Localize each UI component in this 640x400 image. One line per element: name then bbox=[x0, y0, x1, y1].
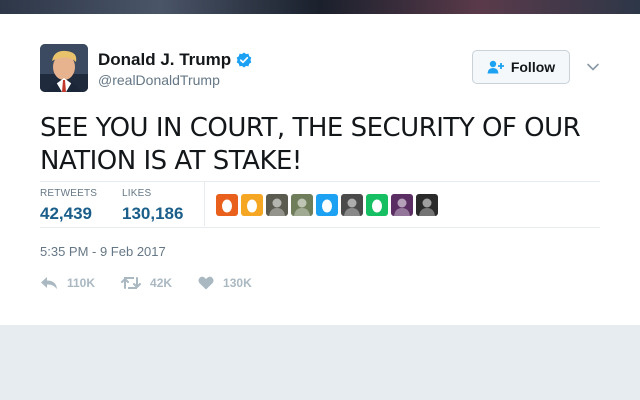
egg-avatar-icon bbox=[372, 199, 382, 213]
reply-button[interactable]: 110K bbox=[40, 276, 95, 290]
follow-user-icon bbox=[487, 60, 504, 74]
author-name[interactable]: Donald J. Trump bbox=[98, 50, 231, 70]
like-count: 130K bbox=[223, 276, 252, 290]
avatar[interactable] bbox=[40, 44, 88, 92]
stats-separator bbox=[204, 182, 205, 226]
likes-label: LIKES bbox=[122, 188, 152, 199]
liker-avatar[interactable] bbox=[316, 194, 338, 216]
liker-avatar[interactable] bbox=[391, 194, 413, 216]
author-name-row[interactable]: Donald J. Trump bbox=[98, 50, 252, 70]
likes-value: 130,186 bbox=[122, 204, 184, 223]
retweets-stat[interactable]: RETWEETS 42,439 bbox=[40, 188, 97, 224]
background-photo-strip bbox=[0, 0, 640, 14]
verified-badge-icon bbox=[236, 52, 252, 68]
tweet-timestamp[interactable]: 5:35 PM - 9 Feb 2017 bbox=[40, 244, 166, 259]
liker-avatar[interactable] bbox=[366, 194, 388, 216]
egg-avatar-icon bbox=[322, 199, 332, 213]
liker-avatars bbox=[216, 194, 438, 216]
stats-top-divider bbox=[40, 181, 600, 182]
egg-avatar-icon bbox=[222, 199, 232, 213]
like-button[interactable]: 130K bbox=[198, 276, 252, 290]
retweet-button[interactable]: 42K bbox=[121, 276, 172, 290]
chevron-down-icon[interactable] bbox=[584, 58, 602, 76]
retweets-label: RETWEETS bbox=[40, 188, 98, 199]
liker-avatar[interactable] bbox=[216, 194, 238, 216]
retweet-icon bbox=[121, 277, 142, 289]
tweet-text: SEE YOU IN COURT, THE SECURITY OF OUR NA… bbox=[40, 113, 581, 176]
retweets-value: 42,439 bbox=[40, 204, 92, 223]
liker-avatar[interactable] bbox=[241, 194, 263, 216]
liker-avatar[interactable] bbox=[291, 194, 313, 216]
stats-bottom-divider bbox=[40, 227, 600, 228]
avatar-image bbox=[40, 44, 88, 92]
liker-avatar[interactable] bbox=[416, 194, 438, 216]
liker-avatar[interactable] bbox=[341, 194, 363, 216]
follow-button[interactable]: Follow bbox=[472, 50, 570, 84]
likes-stat[interactable]: LIKES 130,186 bbox=[122, 188, 183, 224]
liker-avatar[interactable] bbox=[266, 194, 288, 216]
reply-count: 110K bbox=[67, 276, 96, 290]
author-handle[interactable]: @realDonaldTrump bbox=[98, 72, 220, 88]
egg-avatar-icon bbox=[247, 199, 257, 213]
heart-icon bbox=[198, 276, 214, 290]
retweet-count: 42K bbox=[150, 276, 173, 290]
tweet-actions: 110K 42K 130K bbox=[40, 276, 252, 290]
tweet-card: Donald J. Trump @realDonaldTrump Follow … bbox=[0, 14, 640, 325]
reply-icon bbox=[41, 277, 57, 289]
follow-button-label: Follow bbox=[510, 59, 556, 75]
